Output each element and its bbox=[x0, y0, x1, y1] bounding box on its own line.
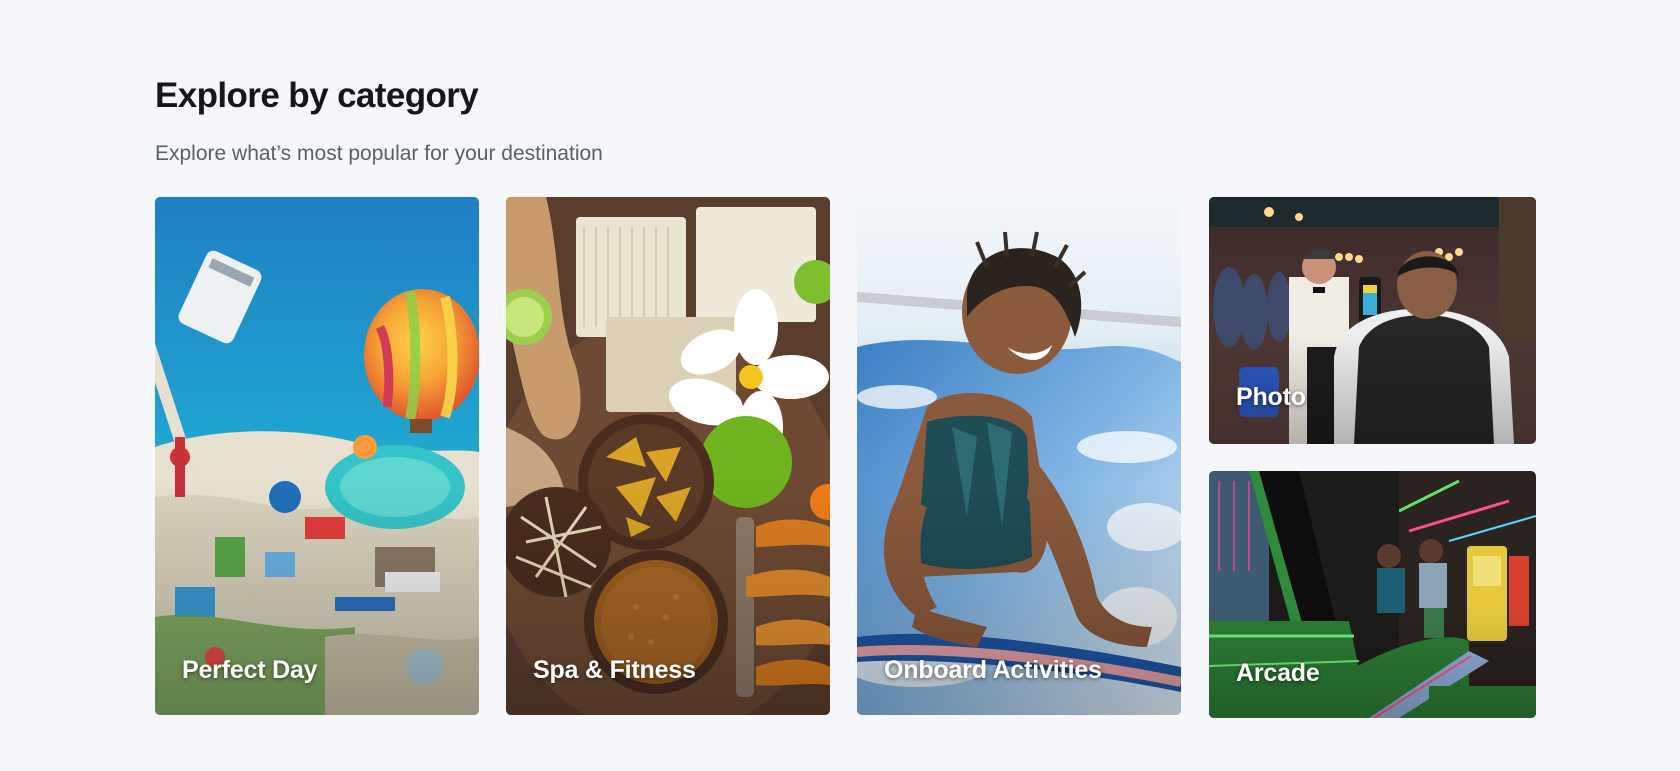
section-subtitle: Explore what’s most popular for your des… bbox=[155, 142, 603, 165]
category-label: Perfect Day bbox=[182, 656, 318, 684]
category-label: Photo bbox=[1236, 383, 1306, 411]
category-card-spa-fitness[interactable]: Spa & Fitness bbox=[506, 197, 830, 715]
section-title: Explore by category bbox=[155, 76, 479, 115]
category-label: Spa & Fitness bbox=[533, 656, 696, 684]
category-card-perfect-day[interactable]: Perfect Day bbox=[155, 197, 479, 715]
category-card-arcade[interactable]: Arcade bbox=[1209, 471, 1536, 718]
category-card-photo[interactable]: Photo bbox=[1209, 197, 1536, 444]
category-label: Arcade bbox=[1236, 659, 1320, 687]
category-label: Onboard Activities bbox=[884, 656, 1102, 684]
explore-by-category-section: Explore by category Explore what’s most … bbox=[155, 0, 1537, 771]
category-card-onboard-activities[interactable]: Onboard Activities bbox=[857, 197, 1181, 715]
